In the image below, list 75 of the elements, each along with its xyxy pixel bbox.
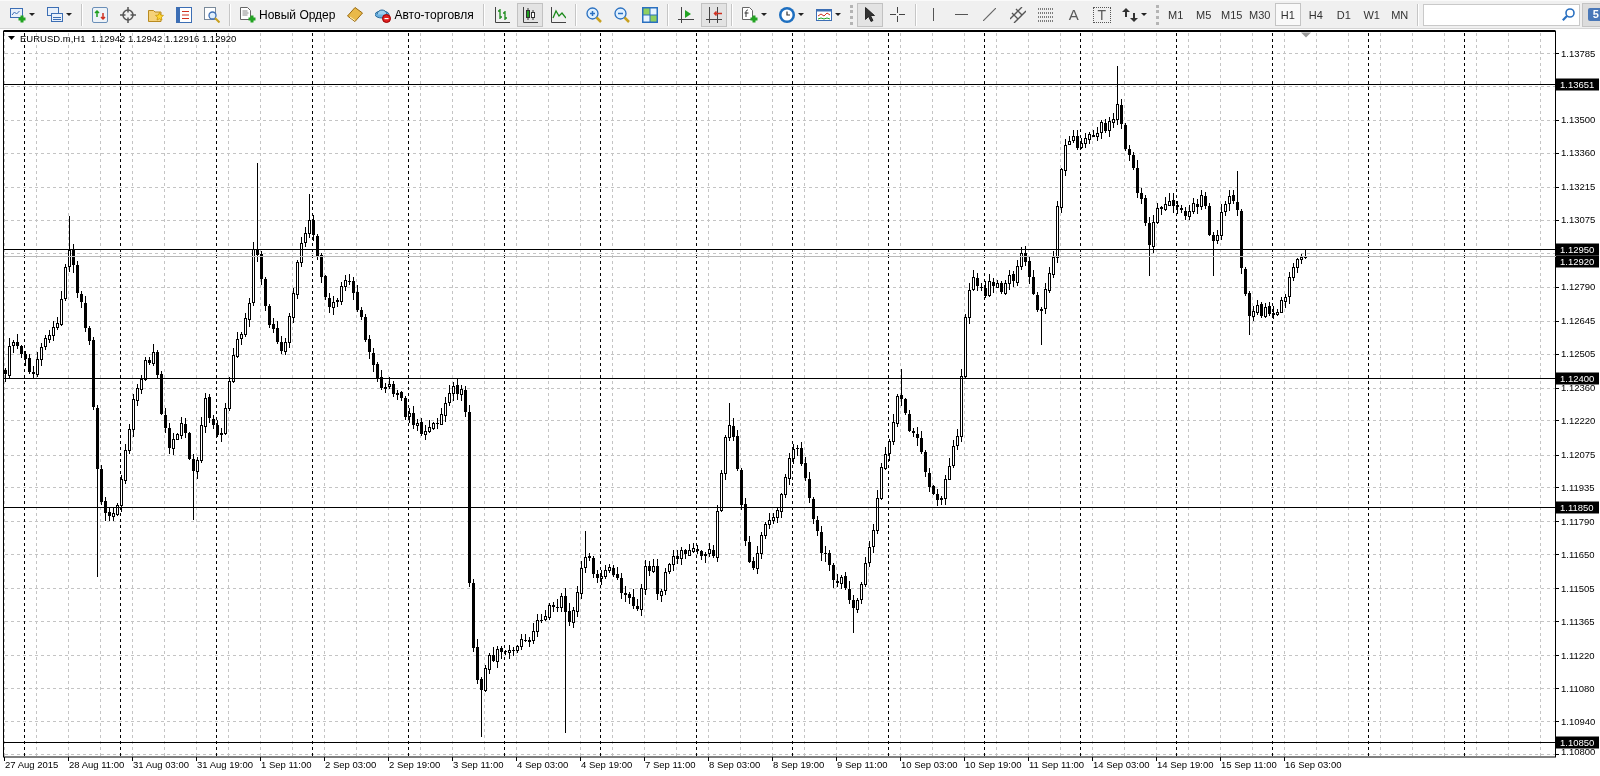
price-axis-label: 1.11650 — [1561, 548, 1595, 560]
time-axis-label: 28 Aug 11:00 — [69, 759, 125, 770]
price-level-label: 1.12950 — [1556, 243, 1599, 256]
time-axis-label: 10 Sep 19:00 — [965, 759, 1022, 770]
time-axis-label: 4 Sep 03:00 — [517, 759, 569, 770]
template-chart-icon — [815, 8, 832, 21]
message-count: 5 — [1587, 8, 1600, 21]
price-level-label: 1.13651 — [1556, 78, 1599, 91]
price-axis-label: 1.12645 — [1561, 315, 1596, 327]
price-axis-label: 1.11220 — [1561, 649, 1595, 661]
time-axis-label: 7 Sep 11:00 — [645, 759, 696, 770]
time-axis-label: 2 Sep 19:00 — [389, 759, 441, 770]
toolbar-grip-handle[interactable] — [849, 4, 853, 25]
clock-icon — [778, 6, 795, 23]
messages-button[interactable]: 5 — [1581, 2, 1600, 27]
price-axis-label: 1.12075 — [1561, 449, 1596, 460]
chart-shift-marker-icon[interactable] — [1301, 32, 1311, 38]
time-axis-label: 9 Sep 11:00 — [837, 759, 888, 770]
price-axis-label: 1.13500 — [1561, 114, 1596, 126]
ohlc-quote-text: 1.12942 1.12942 1.12916 1.12920 — [91, 33, 237, 44]
time-axis-label: 31 Aug 19:00 — [197, 759, 253, 770]
timeframe-tab[interactable]: H4 — [1302, 3, 1329, 26]
candlestick-chart-button[interactable] — [516, 2, 543, 27]
text-label-button[interactable]: T — [1088, 2, 1115, 27]
price-axis-label: 1.11935 — [1561, 481, 1595, 493]
time-axis-label: 31 Aug 03:00 — [133, 759, 189, 770]
price-axis-label: 1.12220 — [1561, 414, 1596, 426]
timeframe-tab[interactable]: M5 — [1190, 3, 1217, 26]
windows-icon — [47, 7, 63, 22]
auto-trading-button[interactable]: Авто-торговля — [370, 2, 479, 27]
search-field[interactable] — [1422, 3, 1580, 26]
search-icon[interactable] — [1561, 8, 1575, 21]
timeframe-tab[interactable]: MN — [1386, 3, 1413, 26]
dropdown-caret-icon[interactable] — [8, 36, 15, 40]
arrows-icon — [1121, 7, 1138, 22]
price-axis-label: 1.10940 — [1561, 715, 1596, 727]
timeframe-tab[interactable]: H1 — [1274, 3, 1301, 26]
timeframe-tab[interactable]: M15 — [1218, 3, 1245, 26]
time-axis-label: 14 Sep 03:00 — [1093, 759, 1150, 770]
text-tool-button[interactable]: A — [1060, 2, 1087, 27]
price-axis-label: 1.12790 — [1561, 281, 1596, 293]
price-level-label: 1.10850 — [1556, 736, 1599, 749]
time-axis-label: 8 Sep 03:00 — [709, 759, 761, 770]
time-axis-label: 16 Sep 03:00 — [1285, 759, 1342, 770]
price-level-label: 1.12400 — [1556, 372, 1599, 385]
time-axis-label: 4 Sep 19:00 — [581, 759, 633, 770]
price-axis-label: 1.11505 — [1561, 582, 1595, 594]
cursor-button[interactable] — [856, 2, 883, 27]
price-axis-label: 1.13785 — [1561, 47, 1596, 59]
time-axis-label: 10 Sep 03:00 — [901, 759, 958, 770]
new-order-button[interactable]: Новый Ордер — [235, 2, 341, 27]
price-axis-label: 1.12505 — [1561, 348, 1596, 360]
timeframe-tab[interactable]: W1 — [1358, 3, 1385, 26]
time-axis-label: 14 Sep 19:00 — [1157, 759, 1214, 770]
chart-shift-button[interactable] — [700, 2, 727, 27]
time-axis-label: 2 Sep 03:00 — [325, 759, 377, 770]
price-axis-label: 1.13215 — [1561, 181, 1596, 193]
symbol-label: EURUSD.m,H1 — [20, 33, 86, 44]
toolbar-grip-handle[interactable] — [1155, 4, 1159, 25]
timeframe-tab[interactable]: M30 — [1246, 3, 1273, 26]
price-axis-label: 1.13075 — [1561, 214, 1596, 226]
price-level-label: 1.11850 — [1556, 501, 1599, 514]
time-axis-label: 27 Aug 2015 — [5, 759, 59, 770]
price-axis-label: 1.12360 — [1561, 382, 1596, 394]
time-axis-label: 11 Sep 11:00 — [1029, 759, 1085, 770]
timeframe-tab[interactable]: M1 — [1162, 3, 1189, 26]
timeframe-tab[interactable]: D1 — [1330, 3, 1357, 26]
time-axis-label: 3 Sep 11:00 — [453, 759, 504, 770]
price-axis-label: 1.11365 — [1561, 615, 1595, 627]
price-axis-label: 1.13360 — [1561, 147, 1596, 159]
time-axis-label: 15 Sep 11:00 — [1221, 759, 1277, 770]
price-axis-label: 1.11790 — [1561, 515, 1595, 527]
price-axis-label: 1.11080 — [1561, 682, 1595, 694]
time-axis-label: 1 Sep 11:00 — [261, 759, 312, 770]
time-axis-label: 8 Sep 19:00 — [773, 759, 825, 770]
